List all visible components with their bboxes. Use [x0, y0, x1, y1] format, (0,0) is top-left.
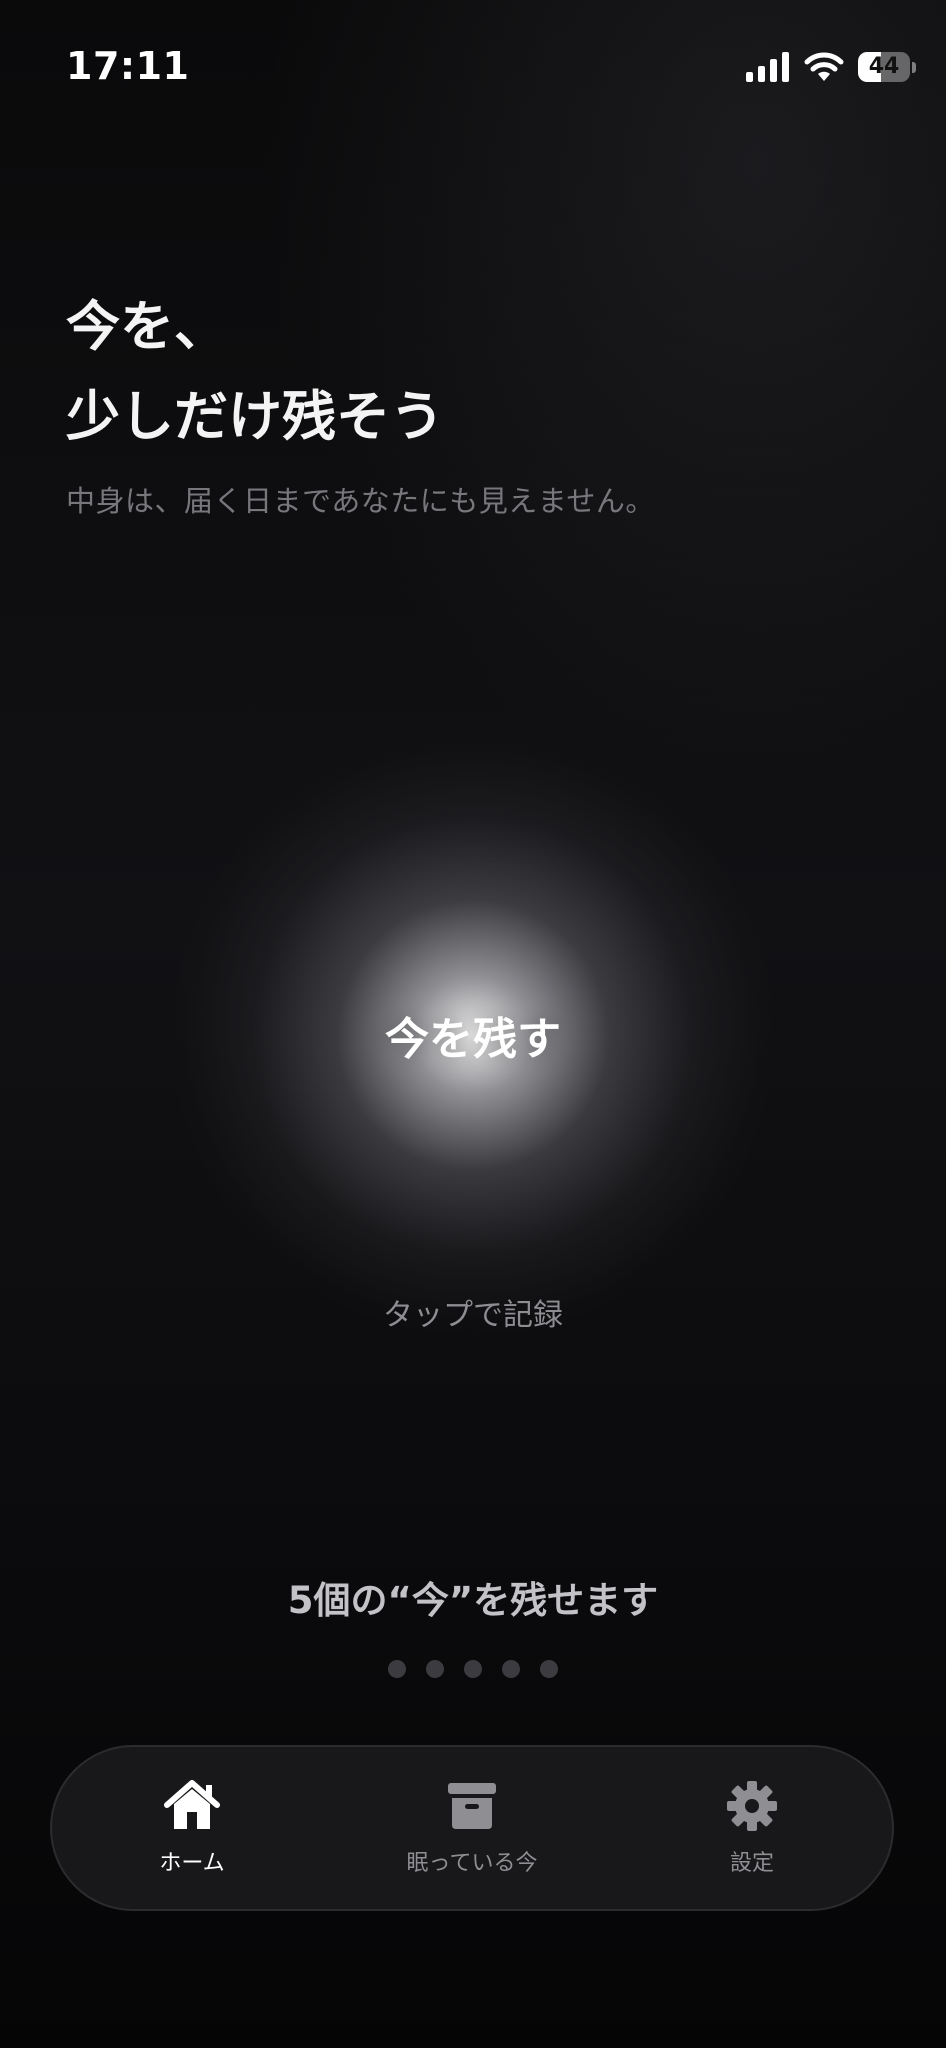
tab-sleeping[interactable]: 眠っている今 [332, 1747, 612, 1909]
status-time: 17:11 [66, 44, 190, 88]
tab-home-label: ホーム [159, 1851, 225, 1876]
remaining-count-text: 5個の“今”を残せます [287, 1579, 659, 1622]
record-button[interactable]: 今を残す [173, 735, 773, 1335]
house-icon [164, 1780, 220, 1829]
page-title: 今を、 少しだけ残そう [66, 282, 444, 462]
tab-settings[interactable]: 設定 [612, 1747, 892, 1909]
archive-box-icon [448, 1783, 496, 1829]
page-subtitle: 中身は、届く日まであなたにも見えません。 [66, 484, 655, 518]
remaining-dot [426, 1660, 444, 1678]
remaining-dot [464, 1660, 482, 1678]
tab-settings-label: 設定 [729, 1851, 774, 1876]
remaining-dot [540, 1660, 558, 1678]
tap-hint: タップで記録 [383, 1298, 563, 1333]
wifi-icon [804, 52, 844, 81]
tab-sleeping-label: 眠っている今 [406, 1851, 538, 1876]
remaining-dots [0, 1660, 946, 1678]
home-screen: 17:11 44 今を、 少しだけ残そう 中身は、届く日まであなたにも見えません… [0, 0, 946, 2048]
status-icons: 44 [746, 50, 916, 84]
battery-level: 44 [868, 54, 900, 79]
remaining-dot [502, 1660, 520, 1678]
page-title-line-2: 少しだけ残そう [66, 385, 444, 448]
tab-bar: ホーム 眠っている今 設定 [50, 1745, 894, 1911]
gear-icon [727, 1781, 777, 1831]
tab-home[interactable]: ホーム [52, 1747, 332, 1909]
battery-nub [912, 61, 916, 73]
record-button-label: 今を残す [385, 1014, 561, 1065]
status-bar: 17:11 44 [0, 0, 946, 140]
page-title-line-1: 今を、 [66, 295, 228, 358]
cellular-signal-icon [746, 52, 789, 82]
remaining-dot [388, 1660, 406, 1678]
battery-indicator: 44 [858, 52, 916, 82]
